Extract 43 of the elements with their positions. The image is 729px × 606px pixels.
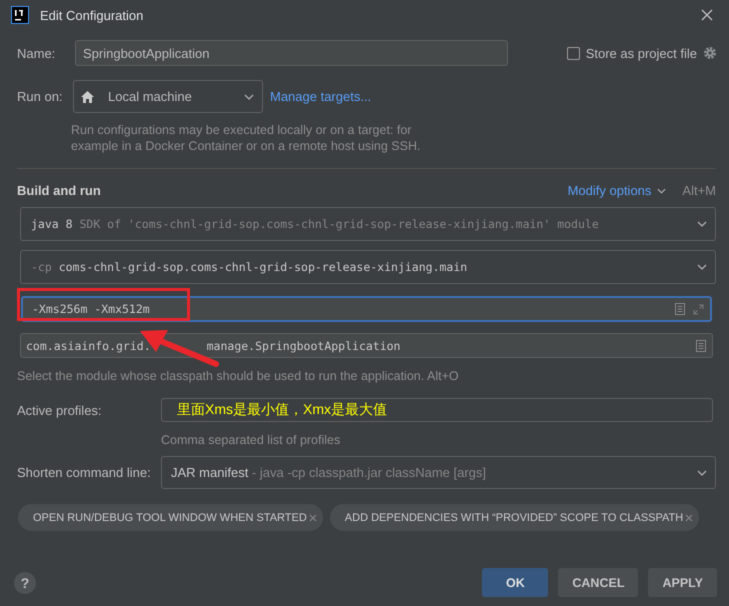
chevron-down-icon [697,264,707,270]
shorten-command-line-label: Shorten command line: [17,465,152,480]
jre-dropdown[interactable]: java 8 SDK of 'coms-chnl-grid-sop.coms-chnl-grid-sop-release-xinjiang.main' module [20,207,716,241]
option-chip[interactable]: ADD DEPENDENCIES WITH “PROVIDED” SCOPE TO CLASSPATH [330,504,700,531]
run-on-help-text: Run configurations may be executed locally or on a target: for example in a Docker Container or on a remote host using SSH. [71,122,422,154]
dialog-button[interactable]: OK [482,568,548,597]
module-hint-text: Select the module whose classpath should be used to run the application. Alt+O [17,368,460,384]
window-title: Edit Configuration [40,8,144,22]
vm-options-field[interactable]: -Xms256m -Xmx512m [21,296,712,322]
chevron-down-icon [697,470,707,476]
chevron-down-icon [244,94,254,100]
settings-icon[interactable] [703,46,717,60]
active-profiles-field[interactable]: 里面Xms是最小值，Xmx是最大值 [161,398,713,422]
modify-options-link[interactable]: Modify options [568,183,652,198]
close-icon[interactable] [701,9,713,21]
manage-targets-link[interactable]: Manage targets... [270,89,372,104]
close-icon[interactable] [685,514,694,522]
app-logo-icon [11,6,29,24]
name-field[interactable]: SpringbootApplication [75,40,508,66]
chevron-down-icon [657,188,666,194]
expand-icon[interactable] [693,304,704,314]
section-title: Build and run [17,183,102,198]
classpath-dropdown[interactable]: -cp coms-chnl-grid-sop.coms-chnl-grid-sop-release-xinjiang.main [20,250,716,284]
active-profiles-label: Active profiles: [17,402,103,418]
dialog-button[interactable]: CANCEL [558,568,638,597]
main-class-field[interactable]: com.asiainfo.grid. manage.SpringbootApplication [20,333,713,358]
shortcut-hint: Alt+M [682,183,716,198]
annotation-text: 里面Xms是最小值，Xmx是最大值 [177,401,387,419]
shorten-command-line-dropdown[interactable]: JAR manifest - java -cp classpath.jar className [args] [161,456,716,489]
dialog-button[interactable]: APPLY [648,568,717,597]
document-icon [696,340,706,352]
close-icon[interactable] [308,514,317,522]
home-icon [81,90,94,102]
checkbox[interactable] [566,46,580,60]
document-icon [675,303,685,315]
profiles-hint-text: Comma separated list of profiles [161,432,342,448]
chevron-down-icon [697,221,707,227]
run-on-label: Run on: [17,89,64,104]
option-chip[interactable]: OPEN RUN/DEBUG TOOL WINDOW WHEN STARTED [18,504,323,531]
name-label: Name: [17,46,56,60]
help-button[interactable]: ? [14,572,36,594]
store-as-project-file-label[interactable]: Store as project file [586,46,697,60]
run-on-dropdown[interactable]: Local machine [73,80,263,113]
